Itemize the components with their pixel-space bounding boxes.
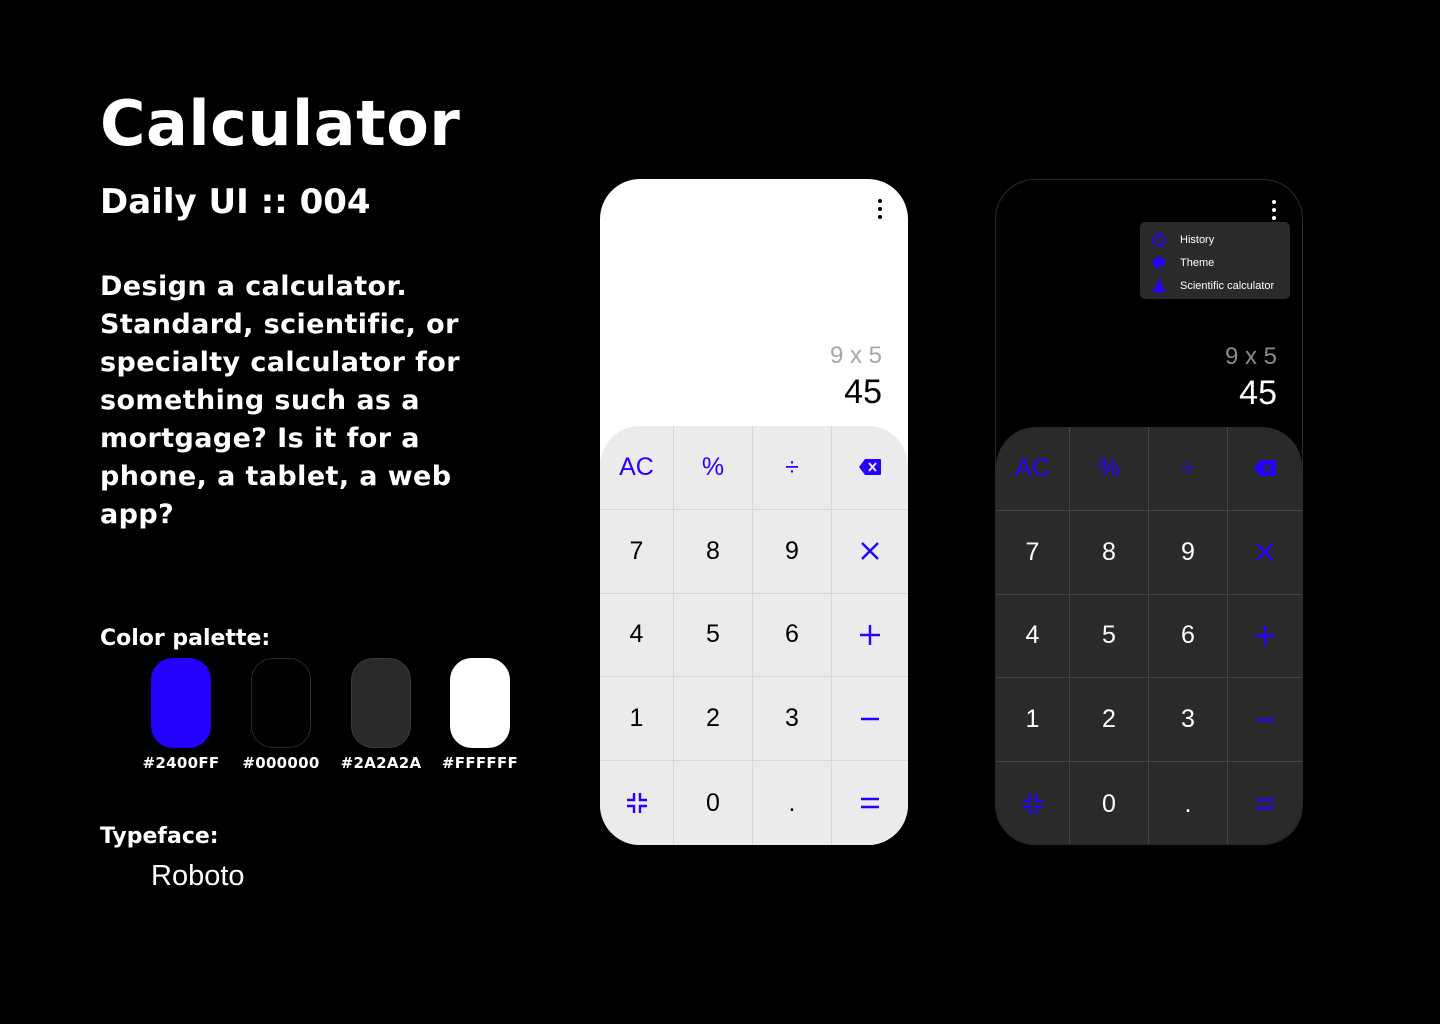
minus-button[interactable]	[1228, 678, 1302, 763]
typeface-label: Typeface:	[100, 824, 219, 849]
backspace-icon	[859, 459, 881, 476]
swatch-white	[450, 658, 510, 748]
digit-8-button[interactable]: 8	[1070, 510, 1149, 595]
menu-item-label: Scientific calculator	[1180, 279, 1275, 292]
swatch-black	[251, 658, 311, 748]
minus-icon	[861, 717, 879, 720]
collapse-icon	[626, 793, 647, 814]
digit-0-button[interactable]: 0	[1070, 762, 1149, 844]
result-display: 45	[1239, 374, 1277, 412]
digit-3-button[interactable]: 3	[753, 677, 832, 762]
palette-label: Color palette:	[100, 626, 271, 651]
multiply-icon	[861, 542, 879, 561]
multiply-button[interactable]	[832, 510, 908, 594]
overflow-menu: History Theme Scientific calculator	[1140, 222, 1290, 299]
design-brief: Design a calculator. Standard, scientifi…	[100, 271, 460, 530]
collapse-button[interactable]	[600, 761, 674, 845]
decimal-button[interactable]: .	[1149, 762, 1228, 844]
palette-icon	[1153, 256, 1165, 269]
collapse-button[interactable]	[996, 762, 1070, 844]
divide-button[interactable]: ÷	[753, 426, 832, 510]
plus-button[interactable]	[832, 594, 908, 678]
divide-button[interactable]: ÷	[1149, 427, 1228, 511]
equals-icon	[1256, 798, 1274, 810]
digit-9-button[interactable]: 9	[1149, 510, 1228, 595]
swatch-code: #000000	[242, 754, 320, 772]
digit-9-button[interactable]: 9	[753, 509, 832, 594]
expression-display: 9 x 5	[829, 342, 882, 369]
plus-button[interactable]	[1228, 595, 1302, 679]
swatch-dark-gray	[351, 658, 411, 748]
minus-button[interactable]	[832, 677, 908, 762]
digit-4-button[interactable]: 4	[996, 594, 1070, 679]
digit-1-button[interactable]: 1	[996, 678, 1070, 763]
clear-button[interactable]: AC	[600, 426, 674, 510]
swatch-code: #2A2A2A	[340, 754, 422, 772]
swatch-code: #2400FF	[142, 754, 220, 772]
menu-item-history[interactable]: History	[1140, 228, 1290, 251]
flask-icon	[1152, 279, 1166, 293]
keypad: AC % ÷ 7 8 9 4 5 6 1 2 3 0 .	[996, 427, 1302, 844]
menu-item-theme[interactable]: Theme	[1140, 251, 1290, 274]
digit-2-button[interactable]: 2	[674, 677, 753, 762]
equals-button[interactable]	[1228, 762, 1302, 844]
calculator-light: 9 x 5 45 AC % ÷ 7 8 9 4 5 6 1 2 3 0 .	[600, 179, 908, 845]
page-title: Calculator	[100, 87, 461, 160]
page-subtitle: Daily UI :: 004	[100, 182, 371, 222]
collapse-icon	[1022, 794, 1043, 815]
backspace-button[interactable]	[832, 426, 908, 510]
typeface-value: Roboto	[151, 860, 245, 892]
menu-item-label: Theme	[1180, 256, 1215, 269]
digit-4-button[interactable]: 4	[600, 593, 674, 678]
history-icon	[1152, 232, 1166, 247]
multiply-icon	[1256, 543, 1274, 562]
digit-2-button[interactable]: 2	[1070, 678, 1149, 763]
result-display: 45	[844, 373, 882, 411]
digit-1-button[interactable]: 1	[600, 677, 674, 762]
backspace-icon	[1254, 460, 1276, 477]
plus-icon	[860, 624, 880, 645]
menu-item-scientific[interactable]: Scientific calculator	[1140, 274, 1290, 297]
digit-5-button[interactable]: 5	[674, 593, 753, 678]
backspace-button[interactable]	[1228, 427, 1302, 511]
percent-button[interactable]: %	[674, 426, 753, 510]
multiply-button[interactable]	[1228, 511, 1302, 595]
more-vert-icon[interactable]	[1269, 200, 1279, 220]
minus-icon	[1256, 718, 1274, 721]
swatch-code: #FFFFFF	[441, 754, 519, 772]
digit-6-button[interactable]: 6	[753, 593, 832, 678]
expression-display: 9 x 5	[1224, 343, 1277, 370]
equals-button[interactable]	[832, 761, 908, 845]
keypad: AC % ÷ 7 8 9 4 5 6 1 2 3 0 .	[600, 426, 908, 845]
plus-icon	[1255, 625, 1275, 646]
digit-7-button[interactable]: 7	[996, 510, 1070, 595]
digit-3-button[interactable]: 3	[1149, 678, 1228, 763]
decimal-button[interactable]: .	[753, 761, 832, 845]
swatch-blue	[151, 658, 211, 748]
digit-0-button[interactable]: 0	[674, 761, 753, 845]
digit-5-button[interactable]: 5	[1070, 594, 1149, 679]
digit-6-button[interactable]: 6	[1149, 594, 1228, 679]
equals-icon	[861, 797, 879, 809]
digit-7-button[interactable]: 7	[600, 509, 674, 594]
percent-button[interactable]: %	[1070, 427, 1149, 511]
calculator-dark: History Theme Scientific calculator 9 x …	[995, 179, 1303, 845]
clear-button[interactable]: AC	[996, 427, 1070, 511]
digit-8-button[interactable]: 8	[674, 509, 753, 594]
menu-item-label: History	[1180, 233, 1215, 246]
more-vert-icon[interactable]	[875, 199, 885, 219]
